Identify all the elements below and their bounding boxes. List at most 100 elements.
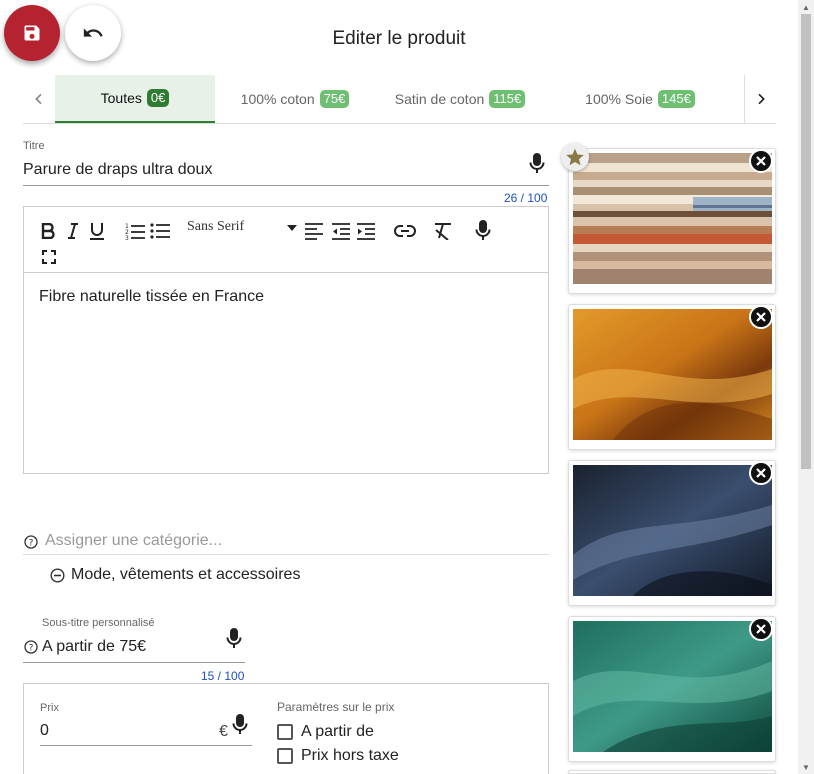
link-icon bbox=[394, 225, 416, 237]
fullscreen-button[interactable] bbox=[39, 248, 59, 266]
italic-icon bbox=[68, 223, 78, 239]
product-image bbox=[573, 153, 772, 284]
clear-format-button[interactable] bbox=[432, 221, 454, 241]
editor-toolbar: 123 Sans Serif bbox=[24, 207, 548, 273]
category-placeholder: Assigner une catégorie... bbox=[45, 532, 222, 549]
close-icon bbox=[756, 468, 766, 478]
subtitle-field[interactable]: Sous-titre personnalisé ? A partir de 75… bbox=[23, 615, 245, 663]
ordered-list-button[interactable]: 123 bbox=[124, 221, 146, 241]
scroll-thumb[interactable] bbox=[801, 14, 811, 469]
image-card[interactable] bbox=[561, 143, 776, 294]
page-scrollbar[interactable]: ▲ ▼ bbox=[798, 0, 814, 774]
option-prix-hors-taxe[interactable]: Prix hors taxe bbox=[277, 747, 399, 765]
close-icon bbox=[756, 156, 766, 166]
tab-satin-de-coton[interactable]: Satin de coton 115€ bbox=[375, 75, 545, 123]
title-input[interactable]: Parure de draps ultra doux bbox=[23, 161, 212, 179]
title-char-counter: 26 / 100 bbox=[504, 191, 548, 205]
undo-button[interactable] bbox=[65, 5, 121, 61]
editor-content[interactable]: Fibre naturelle tissée en France bbox=[24, 273, 548, 321]
price-mic-button[interactable] bbox=[230, 713, 250, 737]
checkbox-label: A partir de bbox=[301, 723, 374, 740]
remove-image-button[interactable] bbox=[749, 149, 773, 173]
clear-format-icon bbox=[435, 223, 451, 240]
svg-text:?: ? bbox=[29, 539, 34, 549]
indent-icon bbox=[357, 223, 375, 240]
outdent-icon bbox=[332, 223, 350, 240]
ordered-list-icon: 123 bbox=[125, 223, 145, 240]
price-input[interactable]: 0 bbox=[40, 722, 49, 740]
tab-price-badge: 0€ bbox=[146, 89, 170, 107]
font-select[interactable]: Sans Serif bbox=[187, 219, 297, 241]
save-icon bbox=[24, 25, 40, 41]
align-left-icon bbox=[305, 223, 323, 240]
remove-image-button[interactable] bbox=[749, 617, 773, 641]
price-field[interactable]: Prix 0 € bbox=[40, 699, 252, 746]
favorite-star-button[interactable] bbox=[561, 143, 589, 171]
link-button[interactable] bbox=[393, 221, 417, 241]
save-button[interactable] bbox=[4, 5, 60, 61]
scroll-down-arrow[interactable]: ▼ bbox=[801, 762, 811, 772]
scroll-up-arrow[interactable]: ▲ bbox=[801, 2, 811, 12]
product-image bbox=[573, 309, 772, 440]
image-card[interactable] bbox=[568, 304, 776, 450]
undo-icon bbox=[83, 28, 103, 37]
currency-symbol: € bbox=[219, 723, 228, 740]
star-icon bbox=[566, 148, 584, 166]
tabs-scroll-left-button[interactable] bbox=[23, 75, 55, 123]
subtitle-mic-button[interactable] bbox=[224, 627, 244, 651]
subtitle-label: Sous-titre personnalisé bbox=[42, 617, 155, 629]
bullet-list-button[interactable] bbox=[149, 221, 171, 241]
category-item[interactable]: Mode, vêtements et accessoires bbox=[50, 566, 300, 584]
underline-button[interactable] bbox=[87, 221, 107, 241]
microphone-icon bbox=[226, 628, 242, 648]
chevron-right-icon bbox=[757, 93, 765, 105]
tab-label: 100% Soie bbox=[585, 91, 653, 107]
help-icon: ? bbox=[24, 535, 38, 549]
checkbox-label: Prix hors taxe bbox=[301, 747, 399, 764]
product-image bbox=[573, 465, 772, 596]
italic-button[interactable] bbox=[63, 221, 83, 241]
close-icon bbox=[756, 624, 766, 634]
product-image bbox=[573, 621, 772, 752]
price-label: Prix bbox=[40, 702, 59, 714]
subtitle-char-counter: 15 / 100 bbox=[201, 669, 245, 683]
checkbox[interactable] bbox=[277, 748, 293, 764]
close-icon bbox=[756, 312, 766, 322]
price-params-label: Paramètres sur le prix bbox=[277, 700, 395, 714]
bold-icon bbox=[41, 223, 55, 239]
checkbox[interactable] bbox=[277, 724, 293, 740]
tab-price-badge: 75€ bbox=[319, 90, 350, 108]
variant-tabs: Toutes 0€ 100% coton 75€ Satin de coton … bbox=[23, 75, 776, 124]
help-icon: ? bbox=[24, 640, 38, 654]
bold-button[interactable] bbox=[38, 221, 58, 241]
caret-down-icon bbox=[287, 225, 297, 231]
category-input[interactable]: ? Assigner une catégorie... bbox=[23, 528, 549, 555]
option-a-partir-de[interactable]: A partir de bbox=[277, 723, 374, 741]
image-card-partial[interactable] bbox=[568, 770, 776, 774]
tabs-scroll-right-button[interactable] bbox=[744, 75, 776, 123]
editor-mic-button[interactable] bbox=[473, 220, 493, 242]
image-card[interactable] bbox=[568, 616, 776, 762]
tab-label: Toutes bbox=[100, 90, 142, 106]
remove-circle-icon[interactable] bbox=[50, 567, 65, 583]
tab-100-soie[interactable]: 100% Soie 145€ bbox=[545, 75, 735, 123]
tab-label: 100% coton bbox=[240, 91, 315, 107]
remove-image-button[interactable] bbox=[749, 461, 773, 485]
image-card[interactable] bbox=[568, 460, 776, 606]
tab-toutes[interactable]: Toutes 0€ bbox=[55, 75, 215, 123]
description-editor: 123 Sans Serif Fibre naturelle tissée en… bbox=[23, 206, 549, 474]
subtitle-input[interactable]: A partir de 75€ bbox=[42, 638, 146, 656]
microphone-icon bbox=[529, 153, 545, 173]
tab-price-badge: 145€ bbox=[657, 90, 695, 108]
chevron-left-icon bbox=[35, 93, 42, 105]
title-field[interactable]: Titre Parure de draps ultra doux bbox=[23, 140, 549, 186]
microphone-icon bbox=[475, 220, 491, 240]
remove-image-button[interactable] bbox=[749, 305, 773, 329]
tab-100-coton[interactable]: 100% coton 75€ bbox=[215, 75, 375, 123]
align-button[interactable] bbox=[303, 221, 325, 241]
indent-button[interactable] bbox=[355, 221, 377, 241]
outdent-button[interactable] bbox=[330, 221, 352, 241]
svg-text:?: ? bbox=[29, 644, 34, 654]
title-label: Titre bbox=[23, 140, 45, 152]
title-mic-button[interactable] bbox=[527, 152, 547, 176]
